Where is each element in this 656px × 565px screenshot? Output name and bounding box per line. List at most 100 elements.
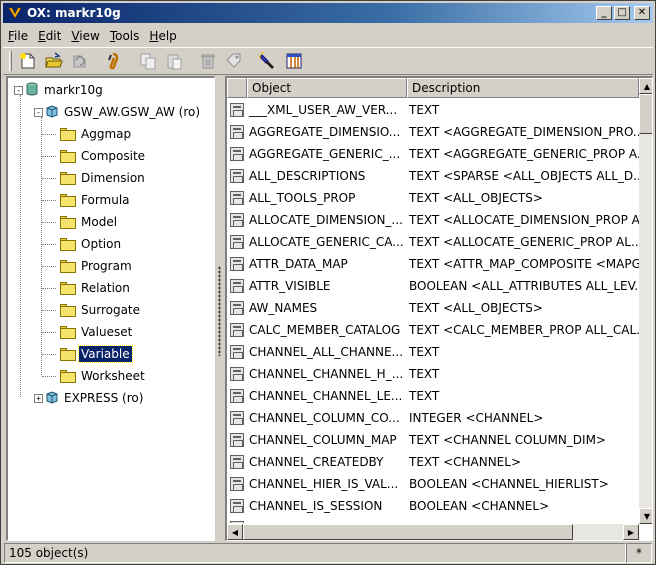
table-row[interactable]: ___XML_USER_AW_VER... TEXT	[227, 99, 639, 121]
table-row[interactable]: AGGREGATE_DIMENSIO... TEXT <AGGREGATE_DIM…	[227, 121, 639, 143]
scroll-down-button[interactable]: ▼	[639, 508, 652, 524]
tree-folder-model[interactable]: Model	[60, 212, 119, 232]
folder-icon	[60, 149, 76, 163]
attach-button[interactable]	[102, 49, 126, 73]
open-button[interactable]	[42, 49, 66, 73]
column-header-description[interactable]: Description	[407, 78, 639, 98]
object-name-cell: AW_NAMES	[249, 301, 318, 315]
folder-icon	[60, 127, 76, 141]
table-row[interactable]: AGGREGATE_GENERIC_... TEXT <AGGREGATE_GEN…	[227, 143, 639, 165]
menu-file[interactable]: File	[3, 29, 33, 43]
tree-root-node[interactable]: - markr10g	[14, 80, 105, 100]
paste-icon	[167, 54, 182, 70]
tree-folder-formula[interactable]: Formula	[60, 190, 132, 210]
vertical-scrollbar[interactable]: ▲ ▼	[639, 78, 652, 524]
tree-aw-node[interactable]: - GSW_AW.GSW_AW (ro)	[34, 102, 202, 122]
tree-folder-relation[interactable]: Relation	[60, 278, 132, 298]
tree-folder-program[interactable]: Program	[60, 256, 134, 276]
tree-line	[42, 200, 56, 201]
menu-bar: File Edit View Tools Help	[3, 26, 653, 46]
maximize-button[interactable]: □	[614, 6, 630, 20]
menu-edit[interactable]: Edit	[33, 29, 66, 43]
tree-folder-label: Relation	[81, 281, 130, 295]
table-row[interactable]: CALC_MEMBER_CATALOG TEXT <CALC_MEMBER_PRO…	[227, 319, 639, 341]
tree-folder-option[interactable]: Option	[60, 234, 123, 254]
table-row[interactable]: CHANNEL_LONG_DESC...TEXT <CHANNEL ALL_LA…	[227, 517, 639, 523]
table-row[interactable]: CHANNEL_HIER_IS_VAL... BOOLEAN <CHANNEL_H…	[227, 473, 639, 495]
delete-icon	[201, 54, 215, 69]
table-row[interactable]: AW_NAMES TEXT <ALL_OBJECTS>	[227, 297, 639, 319]
close-button[interactable]: ✕	[634, 6, 650, 20]
table-row[interactable]: CHANNEL_CREATEDBY TEXT <CHANNEL>	[227, 451, 639, 473]
collapse-toggle[interactable]: -	[14, 85, 23, 95]
variable-icon	[227, 191, 247, 205]
folder-icon	[60, 281, 76, 295]
table-row[interactable]: CHANNEL_CHANNEL_LE... TEXT	[227, 385, 639, 407]
copy-button[interactable]	[136, 49, 160, 73]
tag-button[interactable]	[222, 49, 246, 73]
table-row[interactable]: ATTR_DATA_MAP TEXT <ATTR_MAP_COMPOSITE <M…	[227, 253, 639, 275]
scroll-thumb[interactable]	[639, 94, 652, 134]
status-indicator: *	[626, 543, 652, 563]
folder-icon	[60, 369, 76, 383]
expand-toggle[interactable]: +	[34, 393, 43, 403]
scroll-right-button[interactable]: ▶	[623, 524, 639, 540]
tree-folder-surrogate[interactable]: Surrogate	[60, 300, 142, 320]
tree-folder-worksheet[interactable]: Worksheet	[60, 366, 147, 386]
table-row[interactable]: CHANNEL_ALL_CHANNE... TEXT	[227, 341, 639, 363]
attach-icon	[108, 52, 119, 70]
menu-help[interactable]: Help	[144, 29, 181, 43]
tree-folder-variable[interactable]: Variable	[60, 344, 133, 364]
horizontal-scrollbar[interactable]: ◀ ▶	[227, 524, 639, 540]
tree-folder-aggmap[interactable]: Aggmap	[60, 124, 133, 144]
table-row[interactable]: ALL_TOOLS_PROP TEXT <ALL_OBJECTS>	[227, 187, 639, 209]
columns-button[interactable]	[282, 49, 306, 73]
variable-icon	[227, 389, 247, 403]
description-cell: TEXT	[409, 345, 440, 359]
menu-edit-label: dit	[45, 29, 62, 43]
menu-view[interactable]: View	[66, 29, 104, 43]
table-row[interactable]: ALL_DESCRIPTIONS TEXT <SPARSE <ALL_OBJECT…	[227, 165, 639, 187]
table-row[interactable]: ATTR_VISIBLE BOOLEAN <ALL_ATTRIBUTES ALL_…	[227, 275, 639, 297]
flashlight-button[interactable]	[256, 49, 280, 73]
scroll-left-button[interactable]: ◀	[227, 524, 243, 540]
folder-icon	[60, 259, 76, 273]
flashlight-icon	[259, 52, 274, 69]
table-row[interactable]: CHANNEL_CHANNEL_H_... TEXT	[227, 363, 639, 385]
object-tree[interactable]: - markr10g - GSW_AW.GSW_AW (ro) Aggmap C…	[6, 76, 215, 541]
table-row[interactable]: CHANNEL_IS_SESSION BOOLEAN <CHANNEL>	[227, 495, 639, 517]
pane-splitter[interactable]	[216, 76, 224, 541]
object-name-cell: CHANNEL_LONG_DESC...	[247, 521, 407, 523]
table-row[interactable]: ALLOCATE_DIMENSION_... TEXT <ALLOCATE_DIM…	[227, 209, 639, 231]
title-bar[interactable]: OX: markr10g _ □ ✕	[3, 3, 653, 23]
variable-icon	[227, 213, 247, 227]
menu-tools[interactable]: Tools	[105, 29, 145, 43]
tree-folder-dimension[interactable]: Dimension	[60, 168, 147, 188]
scroll-up-button[interactable]: ▲	[639, 78, 652, 94]
object-name-cell: CHANNEL_CHANNEL_H_...	[249, 367, 404, 381]
object-name-cell: CHANNEL_CHANNEL_LE...	[249, 389, 403, 403]
toolbar-grip[interactable]	[9, 51, 12, 71]
tree-folder-composite[interactable]: Composite	[60, 146, 147, 166]
description-cell: TEXT	[409, 103, 440, 117]
column-header-object[interactable]: Object	[247, 78, 407, 98]
table-row[interactable]: CHANNEL_COLUMN_MAP TEXT <CHANNEL COLUMN_D…	[227, 429, 639, 451]
delete-button[interactable]	[196, 49, 220, 73]
table-row[interactable]: CHANNEL_COLUMN_CO... INTEGER <CHANNEL>	[227, 407, 639, 429]
paste-button[interactable]	[162, 49, 186, 73]
tree-folder-label: Aggmap	[81, 127, 132, 141]
collapse-toggle[interactable]: -	[34, 107, 43, 117]
tree-folder-valueset[interactable]: Valueset	[60, 322, 134, 342]
table-row[interactable]: ALLOCATE_GENERIC_CA... TEXT <ALLOCATE_GEN…	[227, 231, 639, 253]
refresh-button[interactable]	[68, 49, 92, 73]
tree-folder-label: Variable	[78, 345, 133, 363]
folder-icon	[60, 237, 76, 251]
variable-icon	[227, 455, 247, 469]
horizontal-scroll-thumb[interactable]	[243, 524, 573, 540]
object-name-cell: AGGREGATE_GENERIC_...	[249, 147, 401, 161]
column-header-icon[interactable]	[227, 78, 247, 98]
tree-line	[42, 376, 56, 377]
minimize-button[interactable]: _	[596, 6, 612, 20]
tree-express-node[interactable]: + EXPRESS (ro)	[34, 388, 145, 408]
new-button[interactable]	[16, 49, 40, 73]
